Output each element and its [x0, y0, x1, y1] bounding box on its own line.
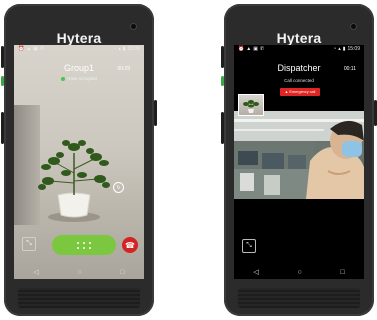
wifi-icon: ◔	[113, 46, 117, 52]
brand-logo: Hytera	[276, 30, 322, 46]
signal-icon: ▴	[338, 46, 341, 52]
remote-video	[234, 111, 364, 199]
signal-icon: ▴	[118, 46, 121, 52]
hang-up-icon: ☎	[125, 240, 135, 250]
call-icon: ✆	[39, 46, 45, 52]
hang-up-button[interactable]: ☎	[122, 237, 138, 253]
switch-camera-icon[interactable]: ↻	[113, 182, 124, 193]
battery-icon: ▮	[342, 46, 346, 52]
home-nav-icon[interactable]: ○	[77, 269, 81, 276]
call-status-text: Have occupied	[67, 76, 97, 81]
alarm-icon: ⏰	[18, 46, 25, 52]
shrink-icon[interactable]: ⤡	[22, 237, 36, 251]
speaker-grille	[238, 288, 360, 308]
back-nav-icon[interactable]: ◁	[253, 268, 258, 276]
call-status: Have occupied	[14, 76, 144, 81]
alarm-icon: ⏰	[238, 46, 245, 52]
recents-nav-icon[interactable]: □	[120, 269, 124, 276]
call-timer: 00:11	[343, 66, 356, 72]
nav-bar: ◁ ○ □	[14, 265, 144, 279]
side-key[interactable]	[1, 112, 4, 144]
local-preview[interactable]	[238, 94, 264, 116]
ptt-button[interactable]	[52, 235, 116, 255]
shrink-icon[interactable]: ⤡	[242, 239, 256, 253]
nav-bar: ◁ ○ □	[234, 265, 364, 279]
battery-icon: ▮	[122, 46, 126, 52]
screen: ⏰ ▲ ▣ ✆ ◔ ▴ ▮ 15:09 Group1 00:29 Have oc…	[14, 45, 144, 279]
status-dot-icon	[61, 76, 66, 81]
plant-image	[38, 140, 110, 222]
ptt-dots-icon	[76, 241, 92, 249]
office-video-image	[234, 111, 364, 199]
power-button[interactable]	[154, 100, 157, 126]
brand-logo: Hytera	[56, 30, 102, 46]
wifi-icon: ◔	[333, 46, 337, 52]
image-icon: ▣	[253, 46, 258, 52]
back-nav-icon[interactable]: ◁	[33, 268, 38, 276]
notification-icon: ▲	[246, 46, 252, 52]
speaker-grille	[18, 288, 140, 308]
call-icon: ✆	[259, 46, 265, 52]
volume-button[interactable]	[1, 46, 4, 68]
call-timer: 00:29	[117, 66, 130, 72]
phone-device-left: Hytera ⏰ ▲ ▣ ✆ ◔ ▴ ▮ 15:09 Group1 00:29 …	[1, 4, 157, 316]
ptt-side-key[interactable]	[221, 76, 224, 86]
warning-icon: ▲	[284, 90, 289, 94]
front-camera	[131, 24, 136, 29]
plant-preview-image	[243, 100, 259, 113]
clock-time: 15:09	[127, 46, 140, 52]
screen: ⏰ ▲ ▣ ✆ ◔ ▴ ▮ 15:09 Dispatcher 00:11 Cal…	[234, 45, 364, 279]
recents-nav-icon[interactable]: □	[340, 269, 344, 276]
front-camera	[351, 24, 356, 29]
volume-button[interactable]	[221, 46, 224, 68]
status-bar: ⏰ ▲ ▣ ✆ ◔ ▴ ▮ 15:09	[234, 45, 364, 54]
clock-time: 15:09	[347, 46, 360, 52]
status-bar: ⏰ ▲ ▣ ✆ ◔ ▴ ▮ 15:09	[14, 45, 144, 54]
notification-icon: ▲	[26, 46, 32, 52]
phone-device-right: Hytera ⏰ ▲ ▣ ✆ ◔ ▴ ▮ 15:09 Dispatcher 00…	[221, 4, 377, 316]
ptt-side-key[interactable]	[1, 76, 4, 86]
emergency-badge: ▲ Emergency call	[280, 88, 320, 96]
emergency-label: Emergency call	[289, 90, 316, 94]
home-nav-icon[interactable]: ○	[297, 269, 301, 276]
side-key[interactable]	[221, 112, 224, 144]
image-icon: ▣	[33, 46, 38, 52]
call-status-text: Call connected	[284, 78, 314, 83]
